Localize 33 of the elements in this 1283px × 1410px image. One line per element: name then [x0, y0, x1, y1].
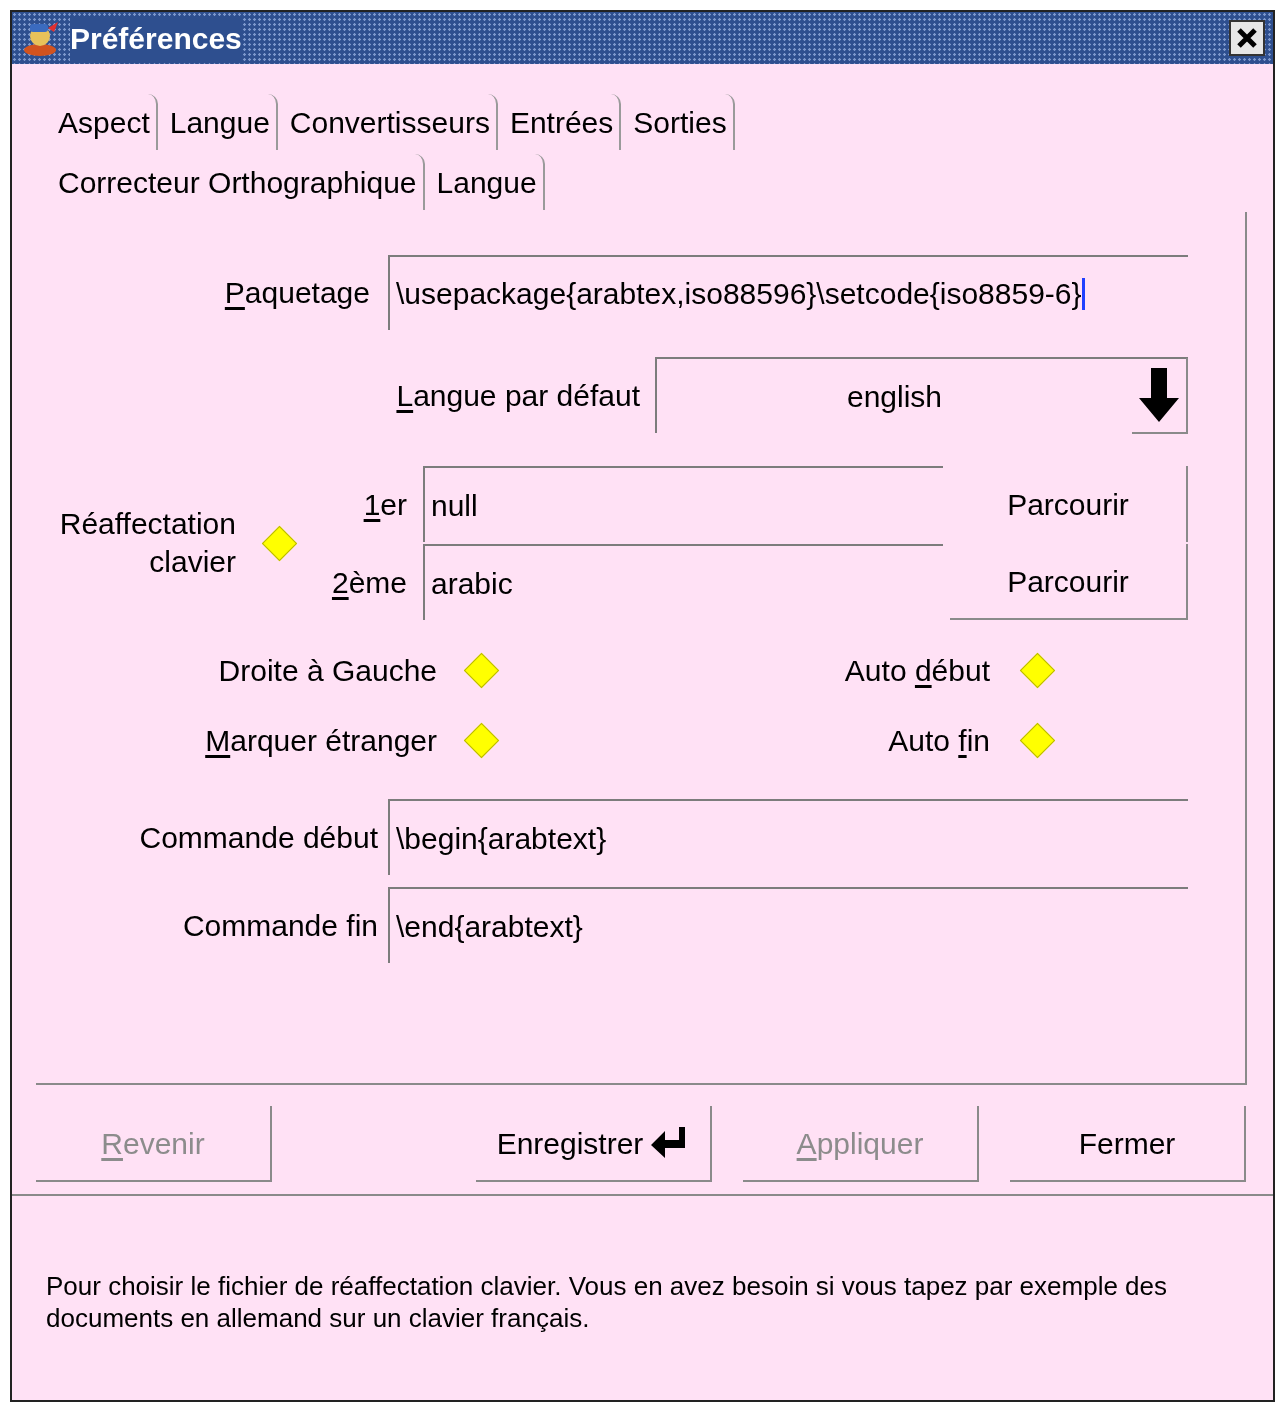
language-dropdown[interactable]: english	[655, 357, 1188, 433]
save-button[interactable]: Enregistrer	[476, 1106, 712, 1182]
keymap-label: Réaffectation clavier	[58, 506, 236, 580]
tab[interactable]: Sorties	[627, 94, 735, 150]
field-label: 1er	[362, 486, 407, 523]
tab[interactable]: Langue	[163, 94, 278, 150]
close-button[interactable]	[1229, 20, 1265, 56]
dropdown-arrow-icon	[1132, 358, 1188, 434]
field-label: Commande fin	[181, 907, 378, 944]
option-label: Droite à Gauche	[217, 652, 437, 689]
package-field[interactable]: \usepackage{arabtex,iso88596}\setcode{iso8859-6}	[388, 255, 1188, 330]
option-label: Auto fin	[887, 722, 990, 759]
option-label: Marquer étranger	[204, 722, 437, 759]
tab[interactable]: Convertisseurs	[283, 94, 498, 150]
tab[interactable]: Aspect	[52, 94, 158, 150]
command-field[interactable]: \begin{arabtext}	[388, 799, 1188, 875]
field-label: Langue par défaut	[395, 377, 640, 414]
window-title: Préférences	[70, 15, 242, 61]
option-label: Auto début	[843, 652, 990, 689]
field-label: 2ème	[330, 564, 407, 601]
field-label: Paquetage	[223, 275, 370, 311]
tab[interactable]: Correcteur Orthographique	[52, 154, 425, 210]
dialog-button[interactable]: Fermer	[1010, 1106, 1246, 1182]
command-field[interactable]: \end{arabtext}	[388, 887, 1188, 963]
tab[interactable]: Entrées	[503, 94, 622, 150]
tab[interactable]: Langue	[430, 154, 545, 210]
browse-button[interactable]: Parcourir	[950, 466, 1188, 542]
help-text: Pour choisir le fichier de réaffectation clavier. Vous en avez besoin si vous tapez par exemple des documents en allemand sur un clavier français.	[46, 1270, 1169, 1334]
close-icon	[1236, 27, 1258, 49]
keymap-field[interactable]: null	[423, 466, 943, 542]
keymap-field[interactable]: arabic	[423, 544, 943, 620]
browse-button[interactable]: Parcourir	[950, 544, 1188, 620]
field-label: Commande début	[138, 819, 378, 856]
